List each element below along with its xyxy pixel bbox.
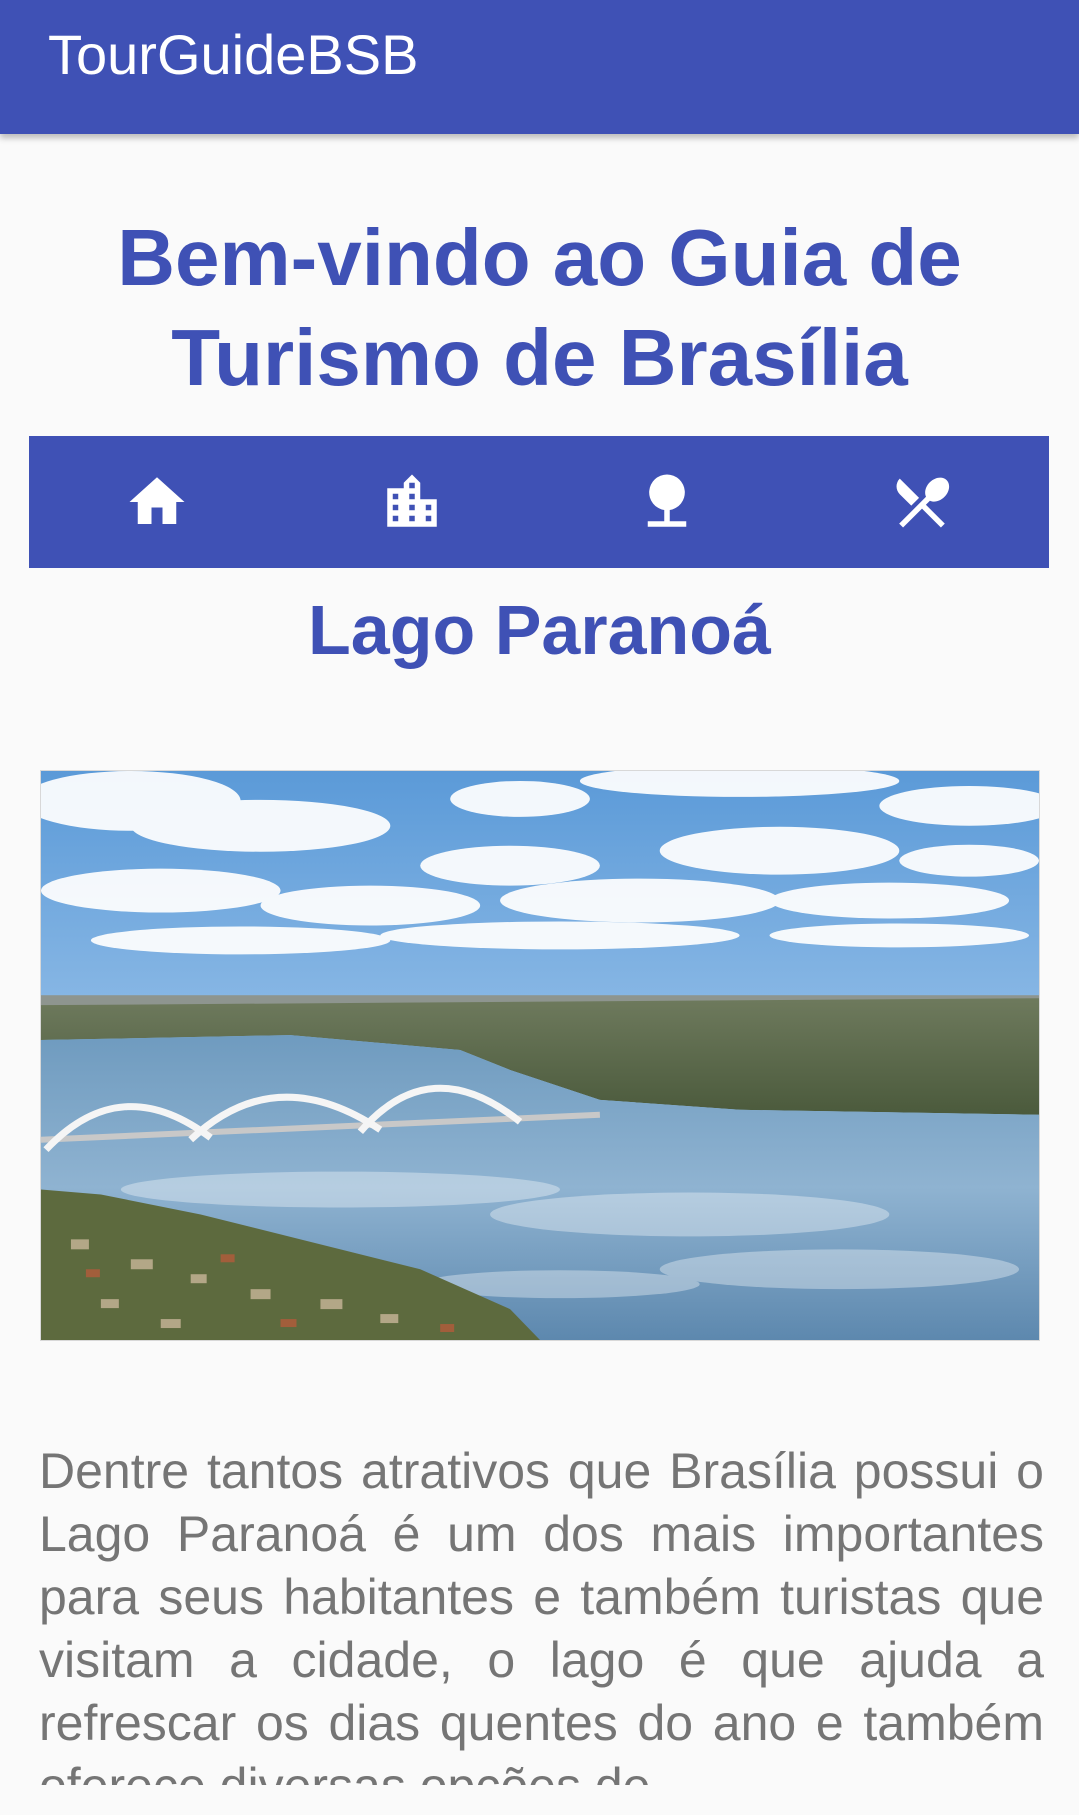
lago-paranoa-photo bbox=[40, 770, 1040, 1341]
tab-city[interactable] bbox=[284, 436, 539, 568]
tab-restaurants[interactable] bbox=[794, 436, 1049, 568]
park-tree-icon bbox=[647, 474, 686, 527]
category-tab-bar bbox=[29, 436, 1049, 568]
tab-home[interactable] bbox=[29, 436, 284, 568]
app-bar: TourGuideBSB bbox=[0, 0, 1079, 134]
restaurant-utensils-icon bbox=[896, 477, 949, 528]
app-title: TourGuideBSB bbox=[48, 23, 419, 86]
city-buildings-icon bbox=[386, 474, 437, 527]
welcome-heading: Bem-vindo ao Guia de Turismo de Brasília bbox=[117, 213, 962, 402]
home-icon bbox=[129, 477, 184, 524]
attraction-description: Dentre tantos atrativos que Brasília pos… bbox=[39, 1443, 1044, 1785]
lake-landscape-image bbox=[41, 771, 1039, 1340]
tab-parks[interactable] bbox=[539, 436, 794, 568]
attraction-title: Lago Paranoá bbox=[308, 591, 771, 669]
